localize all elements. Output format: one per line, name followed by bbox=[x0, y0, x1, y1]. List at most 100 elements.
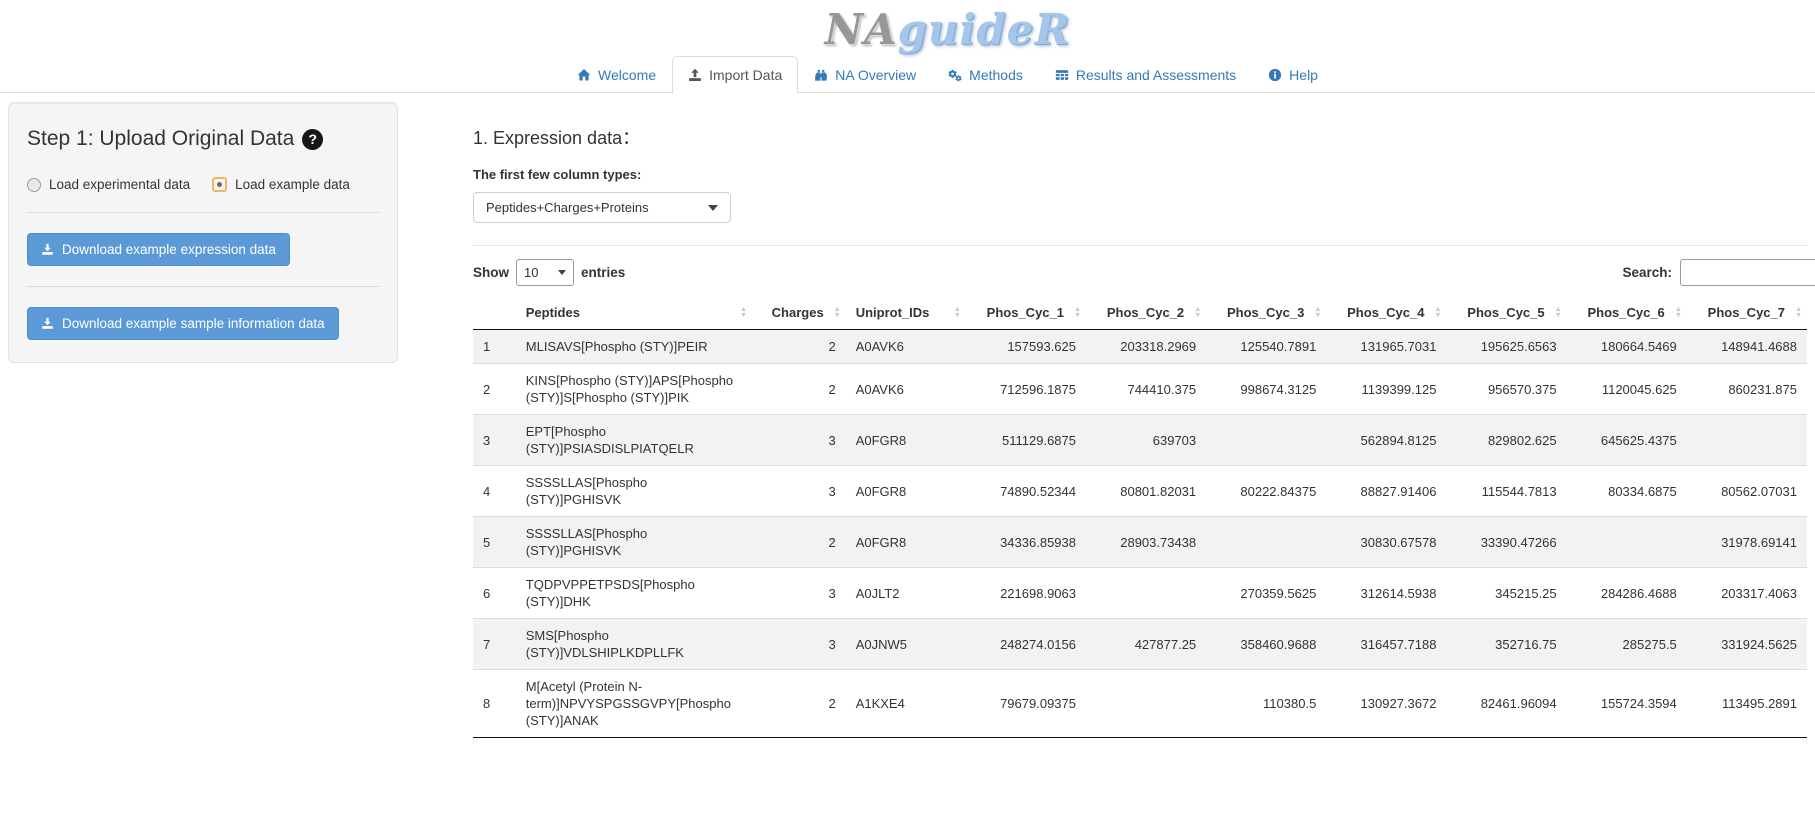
expression-table: Peptides▲▼Charges▲▼Uniprot_IDs▲▼Phos_Cyc… bbox=[473, 296, 1807, 738]
value-cell: 829802.625 bbox=[1446, 415, 1566, 466]
tab-import-data[interactable]: Import Data bbox=[672, 56, 798, 94]
tab-label: Import Data bbox=[709, 67, 782, 83]
row-index-cell: 5 bbox=[473, 517, 516, 568]
tab-label: Methods bbox=[969, 67, 1023, 83]
column-header-peptides[interactable]: Peptides▲▼ bbox=[516, 296, 752, 330]
value-cell: 639703 bbox=[1086, 415, 1206, 466]
table-row: 8M[Acetyl (Protein N-term)]NPVYSPGSSGVPY… bbox=[473, 670, 1807, 738]
table-row: 6TQDPVPPETPSDS[Phospho (STY)]DHK3A0JLT22… bbox=[473, 568, 1807, 619]
divider bbox=[27, 212, 379, 213]
tab-help[interactable]: Help bbox=[1252, 56, 1334, 94]
value-cell: 427877.25 bbox=[1086, 619, 1206, 670]
download-sample-info-button[interactable]: Download example sample information data bbox=[27, 307, 339, 340]
column-header-phos_cyc_5[interactable]: Phos_Cyc_5▲▼ bbox=[1446, 296, 1566, 330]
tab-label: NA Overview bbox=[835, 67, 916, 83]
binoculars-icon bbox=[814, 68, 828, 82]
radio-load-example-data[interactable]: Load example data bbox=[212, 177, 350, 192]
sort-icon[interactable]: ▲▼ bbox=[1555, 307, 1562, 319]
value-cell: 956570.375 bbox=[1446, 364, 1566, 415]
value-cell: 316457.7188 bbox=[1326, 619, 1446, 670]
download-icon bbox=[41, 317, 54, 330]
table-search-control: Search: bbox=[1622, 259, 1815, 286]
value-cell: 80222.84375 bbox=[1206, 466, 1326, 517]
table-header-row: Peptides▲▼Charges▲▼Uniprot_IDs▲▼Phos_Cyc… bbox=[473, 296, 1807, 330]
column-header-label: Phos_Cyc_1 bbox=[987, 305, 1064, 320]
tab-results-and-assessments[interactable]: Results and Assessments bbox=[1039, 56, 1252, 94]
sort-icon[interactable]: ▲▼ bbox=[1435, 307, 1442, 319]
tab-methods[interactable]: Methods bbox=[932, 56, 1039, 94]
table-row: 1MLISAVS[Phospho (STY)]PEIR2A0AVK6157593… bbox=[473, 330, 1807, 364]
sort-icon[interactable]: ▲▼ bbox=[1074, 307, 1081, 319]
column-header-phos_cyc_3[interactable]: Phos_Cyc_3▲▼ bbox=[1206, 296, 1326, 330]
download-expression-button[interactable]: Download example expression data bbox=[27, 233, 290, 266]
table-row: 5SSSSLLAS[Phospho (STY)]PGHISVK2A0FGR834… bbox=[473, 517, 1807, 568]
value-cell: 130927.3672 bbox=[1326, 670, 1446, 738]
page-length-select[interactable]: 10 bbox=[516, 259, 574, 286]
value-cell: 125540.7891 bbox=[1206, 330, 1326, 364]
column-types-select[interactable]: Peptides+Charges+Proteins bbox=[473, 192, 731, 223]
data-source-radios: Load experimental data Load example data bbox=[27, 177, 379, 192]
row-index-cell: 4 bbox=[473, 466, 516, 517]
sort-icon[interactable]: ▲▼ bbox=[740, 307, 747, 319]
peptide-cell: TQDPVPPETPSDS[Phospho (STY)]DHK bbox=[516, 568, 752, 619]
sort-icon[interactable]: ▲▼ bbox=[1795, 307, 1802, 319]
column-header-phos_cyc_6[interactable]: Phos_Cyc_6▲▼ bbox=[1567, 296, 1687, 330]
charge-cell: 2 bbox=[752, 670, 846, 738]
radio-label: Load example data bbox=[235, 177, 350, 192]
page-length-value: 10 bbox=[524, 265, 538, 280]
value-cell: 113495.2891 bbox=[1687, 670, 1807, 738]
sort-icon[interactable]: ▲▼ bbox=[954, 307, 961, 319]
value-cell: 31978.69141 bbox=[1687, 517, 1807, 568]
tab-welcome[interactable]: Welcome bbox=[561, 56, 672, 94]
column-types-selected-value: Peptides+Charges+Proteins bbox=[486, 200, 649, 215]
value-cell: 131965.7031 bbox=[1326, 330, 1446, 364]
value-cell: 270359.5625 bbox=[1206, 568, 1326, 619]
charge-cell: 2 bbox=[752, 330, 846, 364]
peptide-cell: SMS[Phospho (STY)]VDLSHIPLKDPLLFK bbox=[516, 619, 752, 670]
table-search-input[interactable] bbox=[1680, 259, 1815, 286]
sort-icon[interactable]: ▲▼ bbox=[834, 307, 841, 319]
value-cell: 511129.6875 bbox=[966, 415, 1086, 466]
table-body: 1MLISAVS[Phospho (STY)]PEIR2A0AVK6157593… bbox=[473, 330, 1807, 738]
row-index-cell: 8 bbox=[473, 670, 516, 738]
download-sample-info-label: Download example sample information data bbox=[62, 316, 325, 331]
app-logo: NAguideR bbox=[825, 6, 1071, 54]
panel-title-text: Step 1: Upload Original Data bbox=[27, 127, 294, 151]
value-cell: 645625.4375 bbox=[1567, 415, 1687, 466]
value-cell: 1139399.125 bbox=[1326, 364, 1446, 415]
column-header-label: Charges bbox=[772, 305, 824, 320]
sort-icon[interactable]: ▲▼ bbox=[1314, 307, 1321, 319]
peptide-cell: MLISAVS[Phospho (STY)]PEIR bbox=[516, 330, 752, 364]
charge-cell: 3 bbox=[752, 466, 846, 517]
column-header-phos_cyc_7[interactable]: Phos_Cyc_7▲▼ bbox=[1687, 296, 1807, 330]
section-title: 1. Expression data： bbox=[473, 124, 1807, 150]
value-cell: 82461.96094 bbox=[1446, 670, 1566, 738]
value-cell: 284286.4688 bbox=[1567, 568, 1687, 619]
entries-length-control: Show 10 entries bbox=[473, 259, 625, 286]
column-header-phos_cyc_4[interactable]: Phos_Cyc_4▲▼ bbox=[1326, 296, 1446, 330]
column-header-phos_cyc_1[interactable]: Phos_Cyc_1 ▲▼ bbox=[966, 296, 1086, 330]
table-controls: Show 10 entries Search: bbox=[473, 259, 1807, 286]
value-cell: 712596.1875 bbox=[966, 364, 1086, 415]
charge-cell: 3 bbox=[752, 415, 846, 466]
radio-load-experimental-data[interactable]: Load experimental data bbox=[27, 177, 190, 192]
column-header-uniprot_ids[interactable]: Uniprot_IDs▲▼ bbox=[846, 296, 966, 330]
value-cell: 203318.2969 bbox=[1086, 330, 1206, 364]
main-nav-list: Welcome Import Data NA Overview Methods Resu… bbox=[88, 56, 1807, 93]
value-cell: 331924.5625 bbox=[1687, 619, 1807, 670]
gears-icon bbox=[948, 68, 962, 82]
search-label: Search: bbox=[1622, 265, 1672, 280]
column-header-phos_cyc_2[interactable]: Phos_Cyc_2▲▼ bbox=[1086, 296, 1206, 330]
sort-icon[interactable]: ▲▼ bbox=[1194, 307, 1201, 319]
charge-cell: 3 bbox=[752, 568, 846, 619]
tab-na-overview[interactable]: NA Overview bbox=[798, 56, 932, 94]
column-header-charges[interactable]: Charges ▲▼ bbox=[752, 296, 846, 330]
value-cell: 34336.85938 bbox=[966, 517, 1086, 568]
sort-icon[interactable]: ▲▼ bbox=[1675, 307, 1682, 319]
help-question-icon[interactable]: ? bbox=[302, 129, 323, 150]
peptide-cell: SSSSLLAS[Phospho (STY)]PGHISVK bbox=[516, 517, 752, 568]
expression-data-section: 1. Expression data： The first few column… bbox=[473, 102, 1807, 738]
value-cell: 28903.73438 bbox=[1086, 517, 1206, 568]
value-cell: 248274.0156 bbox=[966, 619, 1086, 670]
home-icon bbox=[577, 68, 591, 82]
